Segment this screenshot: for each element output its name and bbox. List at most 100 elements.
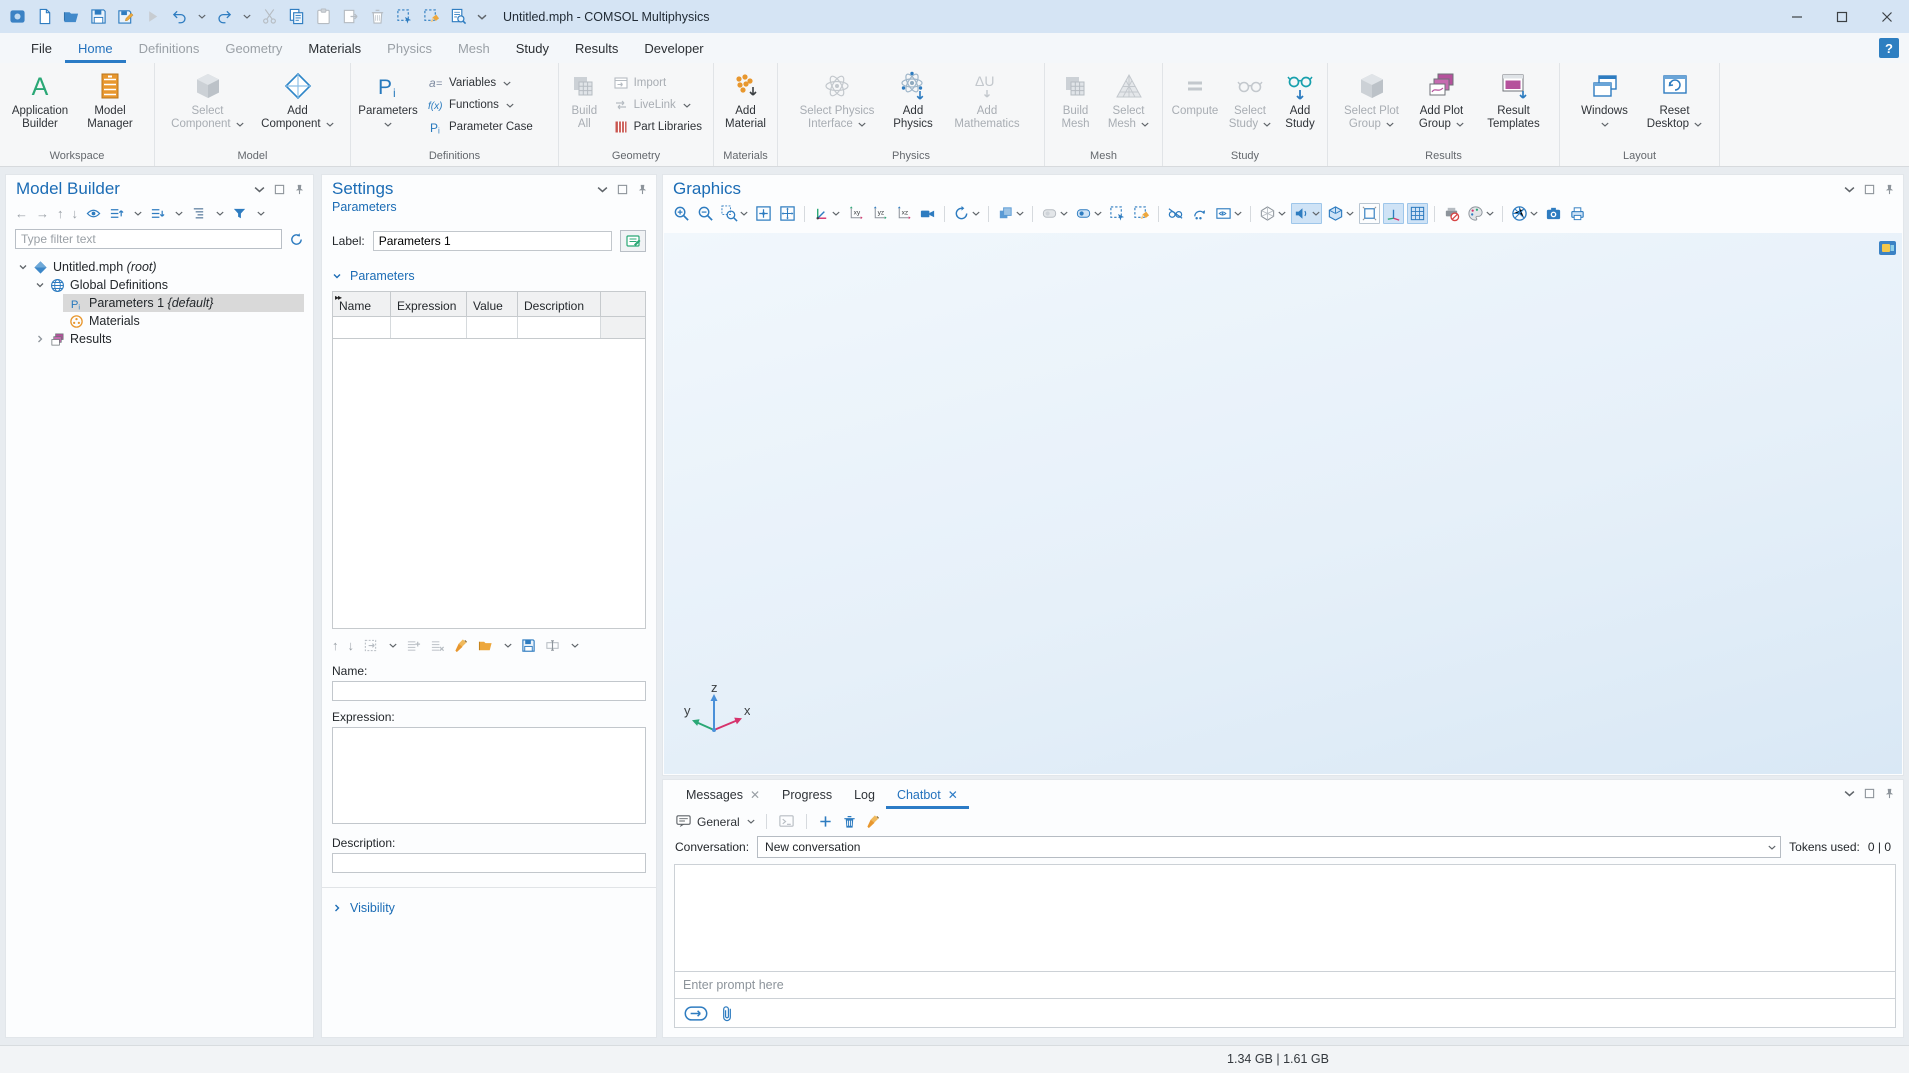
- hide-objects-icon[interactable]: [1165, 203, 1186, 224]
- redo-icon[interactable]: [216, 8, 233, 25]
- add-study-button[interactable]: Add Study: [1279, 68, 1321, 131]
- panel-maximize-icon[interactable]: [274, 184, 285, 195]
- windows-button[interactable]: Windows: [1577, 68, 1633, 127]
- reset-hiding-icon[interactable]: [1189, 203, 1210, 224]
- visibility-section-header[interactable]: Visibility: [322, 888, 656, 921]
- paste-icon[interactable]: [315, 8, 332, 25]
- select-all-icon[interactable]: [396, 8, 413, 25]
- select-study-button[interactable]: Select Study: [1227, 68, 1273, 131]
- zoom-box-icon[interactable]: [719, 203, 750, 224]
- collapse-all-icon[interactable]: [150, 206, 165, 221]
- move-to-icon[interactable]: [363, 638, 378, 653]
- redo-chevron-icon[interactable]: [243, 14, 251, 19]
- tab-log[interactable]: Log: [843, 780, 886, 809]
- import-button[interactable]: Import: [613, 75, 702, 91]
- camera-perspective-icon[interactable]: [917, 203, 938, 224]
- tree-item-materials[interactable]: Materials: [6, 312, 313, 330]
- expand-all-chevron-icon[interactable]: [134, 211, 142, 216]
- tree-node-chevron-icon[interactable]: [216, 211, 224, 216]
- build-all-button[interactable]: Build All: [564, 68, 605, 131]
- row-move-down-icon[interactable]: ↓: [348, 639, 355, 653]
- rename-icon[interactable]: [545, 638, 560, 653]
- close-button[interactable]: [1864, 0, 1909, 33]
- compute-button[interactable]: Compute: [1169, 68, 1221, 118]
- play-icon[interactable]: [144, 8, 161, 25]
- close-tab-icon[interactable]: ✕: [948, 788, 958, 802]
- orthographic-projection-icon[interactable]: [1359, 203, 1380, 224]
- close-tab-icon[interactable]: ✕: [750, 788, 760, 802]
- add-physics-button[interactable]: Add Physics: [885, 68, 941, 131]
- aperture-icon[interactable]: [1509, 203, 1540, 224]
- result-templates-button[interactable]: Result Templates: [1480, 68, 1548, 131]
- select-physics-interface-button[interactable]: Select Physics Interface: [797, 68, 877, 131]
- go-back-icon[interactable]: ←: [15, 207, 28, 221]
- move-down-icon[interactable]: ↓: [72, 207, 79, 221]
- tab-progress[interactable]: Progress: [771, 780, 843, 809]
- parameters-table[interactable]: ▸▸Name Expression Value Description: [332, 291, 646, 629]
- rename-chevron-icon[interactable]: [571, 643, 579, 648]
- table-empty-row[interactable]: [333, 317, 645, 339]
- panel-maximize-icon[interactable]: [617, 184, 628, 195]
- panel-menu-icon[interactable]: [254, 184, 265, 195]
- clear-chat-icon[interactable]: [866, 814, 881, 829]
- filter-icon[interactable]: [232, 206, 247, 221]
- go-forward-icon[interactable]: →: [36, 207, 49, 221]
- snapshot-icon[interactable]: [1543, 203, 1564, 224]
- tab-physics[interactable]: Physics: [374, 33, 445, 63]
- undo-chevron-icon[interactable]: [198, 14, 206, 19]
- parameters-button[interactable]: Pi Parameters: [356, 68, 420, 127]
- row-move-up-icon[interactable]: ↑: [332, 639, 339, 653]
- collapse-all-chevron-icon[interactable]: [175, 211, 183, 216]
- functions-button[interactable]: f(x) Functions: [428, 97, 533, 113]
- suppress-plot-icon[interactable]: [1441, 203, 1462, 224]
- delete-conversation-icon[interactable]: [842, 814, 857, 829]
- add-row-icon[interactable]: [406, 638, 421, 653]
- help-button[interactable]: ?: [1879, 38, 1899, 58]
- label-input[interactable]: [373, 231, 612, 251]
- conversation-select[interactable]: New conversation: [757, 836, 1781, 858]
- chat-history[interactable]: [675, 865, 1895, 971]
- environment-reflections-icon[interactable]: [1073, 203, 1104, 224]
- application-builder-button[interactable]: A Application Builder: [5, 68, 75, 131]
- tab-mesh[interactable]: Mesh: [445, 33, 503, 63]
- rotate-icon[interactable]: [951, 203, 982, 224]
- image-to-window-icon[interactable]: [777, 203, 798, 224]
- tab-study[interactable]: Study: [503, 33, 562, 63]
- color-theme-icon[interactable]: [1465, 203, 1496, 224]
- tab-chatbot[interactable]: Chatbot✕: [886, 780, 969, 809]
- appearance-icon[interactable]: [995, 203, 1026, 224]
- reset-desktop-button[interactable]: Reset Desktop: [1647, 68, 1703, 131]
- select-plot-group-button[interactable]: Select Plot Group: [1340, 68, 1404, 131]
- scene-view-icon[interactable]: [1325, 203, 1356, 224]
- add-mathematics-button[interactable]: ΔU Add Mathematics: [949, 68, 1025, 131]
- print-icon[interactable]: [1567, 203, 1588, 224]
- select-component-button[interactable]: Select Component: [170, 68, 246, 131]
- view-3d-icon[interactable]: [811, 203, 842, 224]
- toolbar-options-icon[interactable]: [477, 14, 487, 20]
- clear-selection-icon[interactable]: [423, 8, 440, 25]
- save-icon[interactable]: [90, 8, 107, 25]
- parameter-case-button[interactable]: Pi Parameter Case: [428, 119, 533, 135]
- move-to-chevron-icon[interactable]: [389, 643, 397, 648]
- name-input[interactable]: [332, 681, 646, 701]
- maximize-button[interactable]: [1819, 0, 1864, 33]
- save-to-file-icon[interactable]: [521, 638, 536, 653]
- panel-menu-icon[interactable]: [1844, 184, 1855, 195]
- visibility-icon[interactable]: [1213, 203, 1244, 224]
- tab-developer[interactable]: Developer: [631, 33, 716, 63]
- axis-triad-toggle-icon[interactable]: [1383, 203, 1404, 224]
- create-note-button[interactable]: [620, 230, 646, 252]
- new-conversation-icon[interactable]: [818, 814, 833, 829]
- panel-maximize-icon[interactable]: [1864, 788, 1875, 799]
- selection-sound-icon[interactable]: [1291, 203, 1322, 224]
- zoom-out-icon[interactable]: [695, 203, 716, 224]
- load-chevron-icon[interactable]: [504, 643, 512, 648]
- model-tree-node-text-icon[interactable]: [191, 206, 206, 221]
- find-icon[interactable]: [450, 8, 467, 25]
- panel-maximize-icon[interactable]: [1864, 184, 1875, 195]
- add-plot-group-button[interactable]: Add Plot Group: [1412, 68, 1472, 131]
- wireframe-icon[interactable]: [1257, 203, 1288, 224]
- zoom-in-icon[interactable]: [671, 203, 692, 224]
- clear-selection-icon[interactable]: [1131, 203, 1152, 224]
- tree-item-global-definitions[interactable]: Global Definitions: [6, 276, 313, 294]
